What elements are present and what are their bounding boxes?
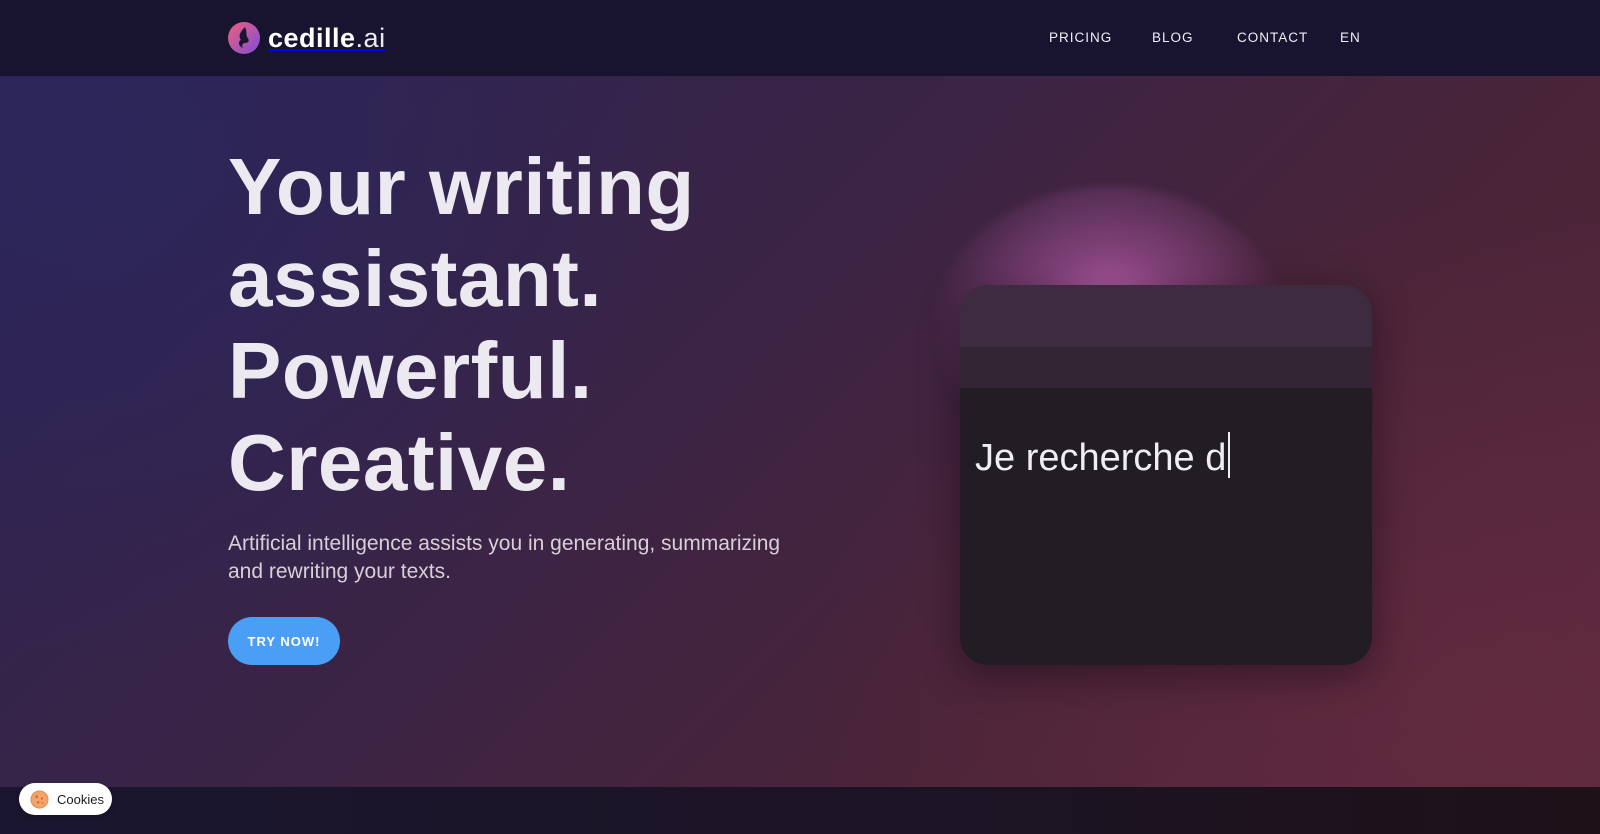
hero-subtitle: Artificial intelligence assists you in g… <box>228 532 781 583</box>
nav-blog-link[interactable]: BLOG <box>1152 27 1194 49</box>
hero-section: Your writing assistant. Powerful. Creati… <box>0 76 1600 787</box>
headline-line: assistant. <box>228 234 603 323</box>
text-caret <box>1228 432 1231 478</box>
headline-line: Creative. <box>228 418 571 507</box>
headline-line: Powerful. <box>228 326 593 415</box>
editor-typed-text: Je recherche d <box>975 437 1227 479</box>
nav-pricing-link[interactable]: PRICING <box>1049 27 1112 49</box>
next-section-edge <box>0 787 1600 834</box>
language-selector[interactable]: EN <box>1340 27 1361 49</box>
headline-line: Your writing <box>228 142 695 231</box>
demo-editor-window: Je recherche d <box>960 285 1372 665</box>
cookie-icon <box>30 789 49 809</box>
cookies-button[interactable]: Cookies <box>19 783 112 815</box>
editor-title-bar <box>960 285 1372 347</box>
hero-headline: Your writing assistant. Powerful. Creati… <box>228 141 848 509</box>
nav-contact-link[interactable]: CONTACT <box>1237 27 1308 49</box>
cookies-label: Cookies <box>57 791 104 807</box>
site-header: cedille.ai PRICING BLOG CONTACT EN <box>0 0 1600 76</box>
editor-toolbar <box>960 347 1372 388</box>
try-now-button[interactable]: TRY NOW! <box>228 617 340 665</box>
editor-typing-area: Je recherche d <box>975 432 1231 482</box>
main-nav: PRICING BLOG CONTACT EN <box>0 27 1600 49</box>
